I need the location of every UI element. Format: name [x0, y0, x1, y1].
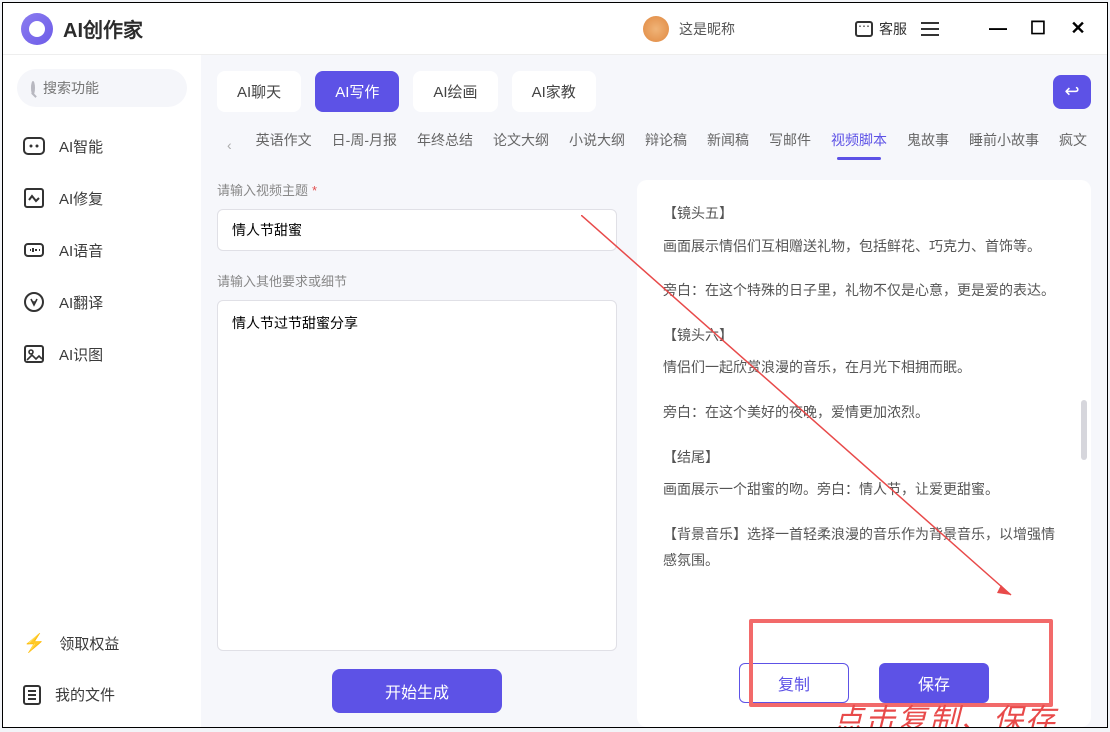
detail-textarea[interactable] — [217, 300, 617, 651]
sidebar-item-ai-smart[interactable]: AI智能 — [17, 123, 187, 169]
sub-tab[interactable]: 日-周-月报 — [332, 130, 397, 160]
topic-input[interactable] — [217, 209, 617, 251]
tab-ai-paint[interactable]: AI绘画 — [413, 71, 497, 112]
sidebar-item-label: AI翻译 — [59, 292, 103, 313]
tab-ai-tutor[interactable]: AI家教 — [512, 71, 596, 112]
sidebar: AI智能 AI修复 AI语音 AI翻译 AI识图 — [3, 55, 201, 727]
scrollbar[interactable] — [1081, 400, 1087, 460]
top-tabs: AI聊天 AI写作 AI绘画 AI家教 ↩ — [217, 71, 1091, 112]
support-label: 客服 — [879, 19, 907, 39]
back-button[interactable]: ↩ — [1053, 75, 1091, 109]
hamburger-menu[interactable] — [921, 22, 939, 36]
sub-tab[interactable]: 论文大纲 — [493, 130, 549, 160]
sub-tabs: ‹ 英语作文 日-周-月报 年终总结 论文大纲 小说大纲 辩论稿 新闻稿 写邮件… — [217, 130, 1091, 160]
sub-tab[interactable]: 新闻稿 — [707, 130, 749, 160]
sidebar-item-ai-image[interactable]: AI识图 — [17, 331, 187, 377]
search-input[interactable] — [43, 80, 224, 96]
sidebar-item-ai-voice[interactable]: AI语音 — [17, 227, 187, 273]
sidebar-item-ai-repair[interactable]: AI修复 — [17, 175, 187, 221]
sidebar-item-ai-translate[interactable]: AI翻译 — [17, 279, 187, 325]
tab-ai-write[interactable]: AI写作 — [315, 71, 399, 112]
sidebar-item-rewards[interactable]: ⚡ 领取权益 — [17, 621, 187, 666]
smart-icon — [23, 135, 45, 157]
topic-label: 请输入视频主题* — [217, 180, 617, 199]
sub-tab[interactable]: 辩论稿 — [645, 130, 687, 160]
chat-icon — [855, 21, 873, 37]
sidebar-item-label: AI识图 — [59, 344, 103, 365]
nickname[interactable]: 这是昵称 — [679, 19, 735, 39]
input-pane: 请输入视频主题* 请输入其他要求或细节 开始生成 — [217, 180, 617, 727]
bolt-icon: ⚡ — [23, 633, 45, 654]
voice-icon — [23, 239, 45, 261]
main-area: AI聊天 AI写作 AI绘画 AI家教 ↩ ‹ 英语作文 日-周-月报 年终总结… — [201, 55, 1107, 727]
sub-tab[interactable]: 疯文 — [1059, 130, 1087, 160]
image-icon — [23, 343, 45, 365]
copy-button[interactable]: 复制 — [739, 663, 849, 703]
maximize-button[interactable]: ☐ — [1027, 18, 1049, 40]
search-icon — [31, 81, 35, 95]
save-button[interactable]: 保存 — [879, 663, 989, 703]
file-icon — [23, 685, 41, 705]
titlebar: AI创作家 这是昵称 客服 — ☐ ✕ — [3, 3, 1107, 55]
sub-tab[interactable]: 睡前小故事 — [969, 130, 1039, 160]
repair-icon — [23, 187, 45, 209]
sidebar-item-label: 领取权益 — [59, 633, 119, 654]
app-logo — [21, 13, 53, 45]
sidebar-item-label: 我的文件 — [55, 684, 115, 705]
sub-tab-video-script[interactable]: 视频脚本 — [831, 130, 887, 160]
sidebar-item-my-files[interactable]: 我的文件 — [17, 672, 187, 717]
sub-tab[interactable]: 小说大纲 — [569, 130, 625, 160]
sub-tab[interactable]: 鬼故事 — [907, 130, 949, 160]
generate-button[interactable]: 开始生成 — [332, 669, 502, 713]
sidebar-item-label: AI语音 — [59, 240, 103, 261]
support-button[interactable]: 客服 — [855, 19, 907, 39]
output-pane: 【镜头五】画面展示情侣们互相赠送礼物，包括鲜花、巧克力、首饰等。旁白：在这个特殊… — [637, 180, 1091, 727]
sub-tab[interactable]: 写邮件 — [769, 130, 811, 160]
sidebar-item-label: AI智能 — [59, 136, 103, 157]
chevron-left-icon[interactable]: ‹ — [223, 137, 236, 153]
avatar[interactable] — [643, 16, 669, 42]
detail-label: 请输入其他要求或细节 — [217, 271, 617, 290]
search-box[interactable] — [17, 69, 187, 107]
app-title: AI创作家 — [63, 14, 143, 43]
close-button[interactable]: ✕ — [1067, 18, 1089, 40]
sidebar-item-label: AI修复 — [59, 188, 103, 209]
output-text: 【镜头五】画面展示情侣们互相赠送礼物，包括鲜花、巧克力、首饰等。旁白：在这个特殊… — [663, 200, 1065, 639]
sub-tab[interactable]: 英语作文 — [256, 130, 312, 160]
sub-tab[interactable]: 年终总结 — [417, 130, 473, 160]
tab-ai-chat[interactable]: AI聊天 — [217, 71, 301, 112]
translate-icon — [23, 291, 45, 313]
minimize-button[interactable]: — — [987, 18, 1009, 40]
